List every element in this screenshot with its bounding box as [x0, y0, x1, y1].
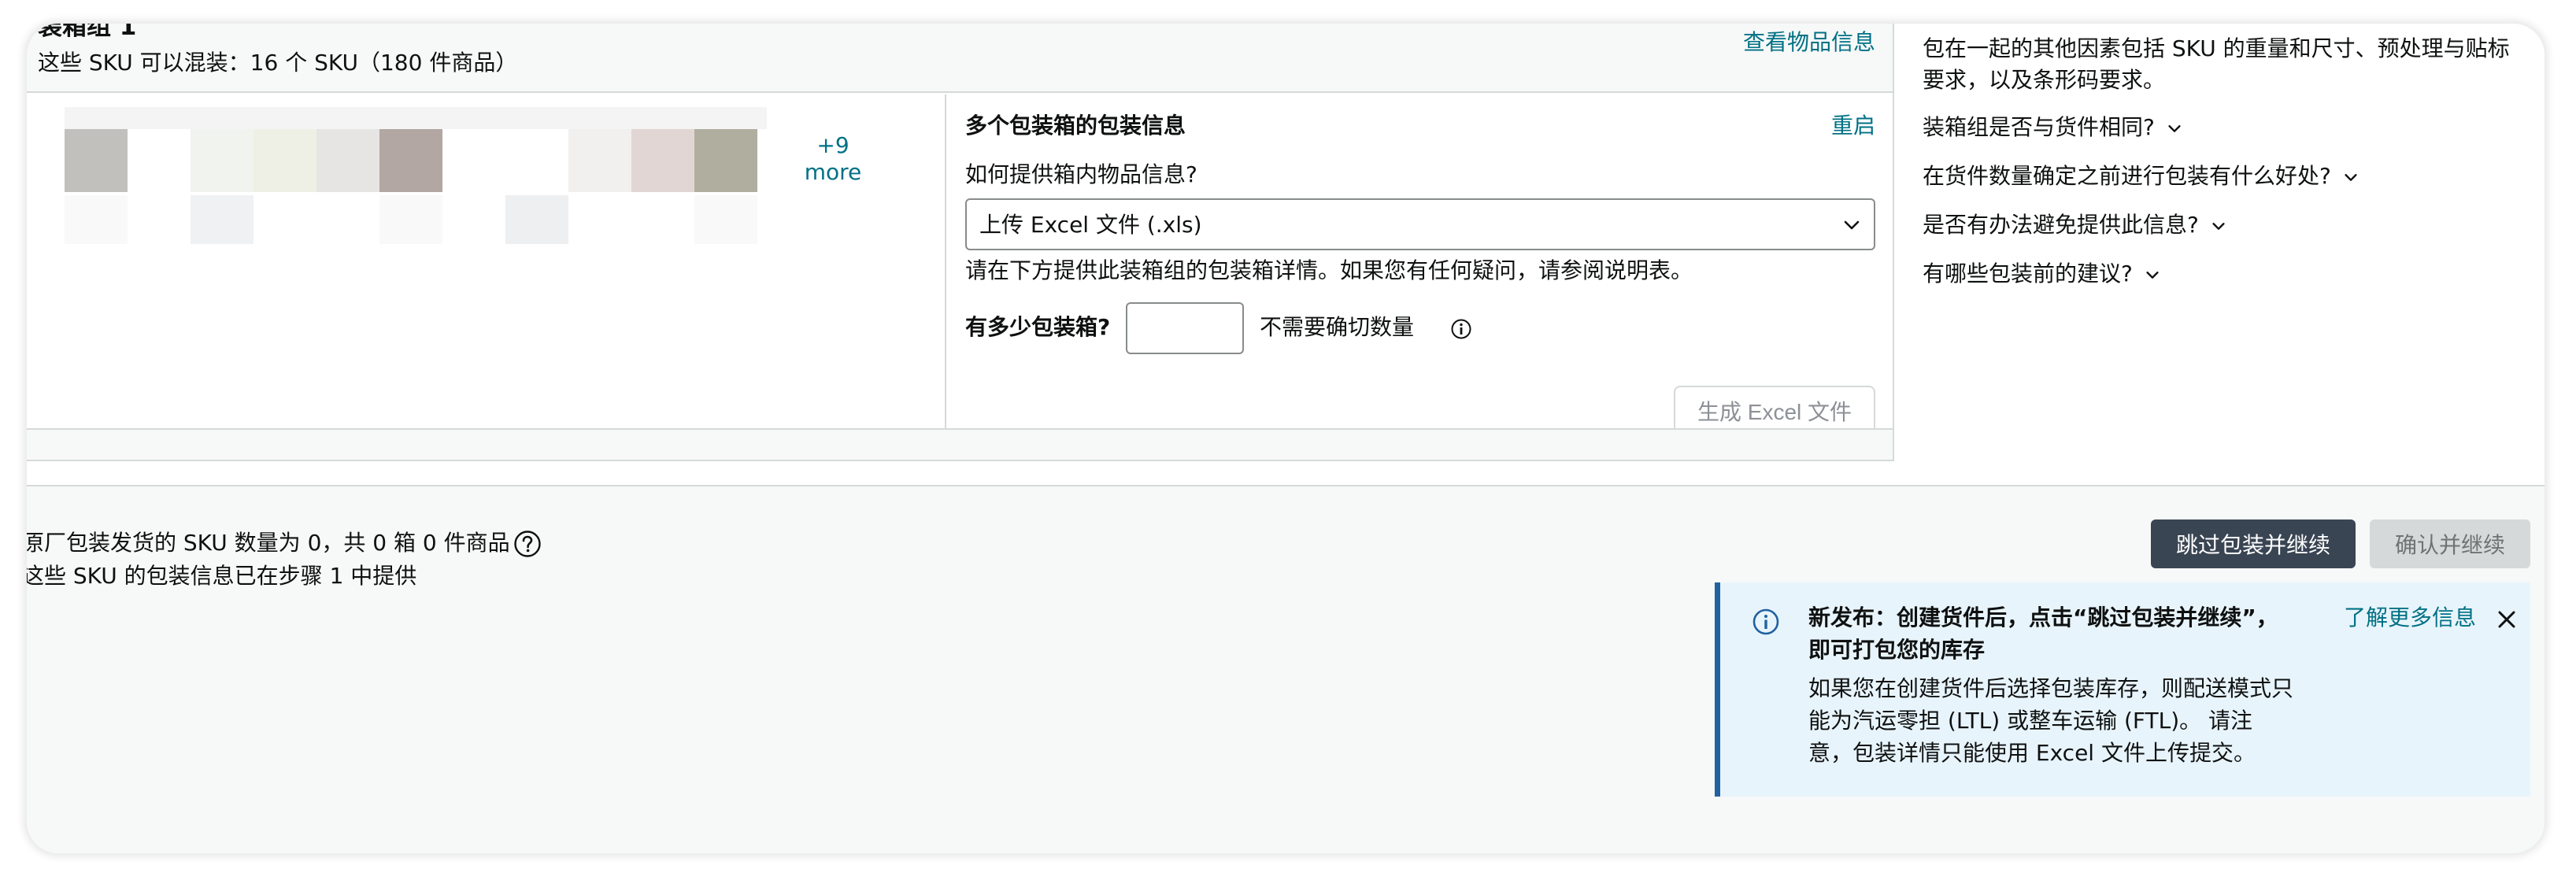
box-count-note: 不需要确切数量 [1260, 314, 1415, 340]
chevron-down-icon [1844, 220, 1860, 230]
learn-more-link[interactable]: 了解更多信息 [2344, 601, 2476, 634]
sku-thumbnail[interactable] [65, 195, 128, 244]
chevron-down-icon [2146, 272, 2159, 279]
more-count: +9 [816, 132, 849, 158]
faq-item-label: 有哪些包装前的建议? [1923, 261, 2133, 287]
box-count-label: 有多少包装箱? [965, 314, 1111, 340]
more-skus-link[interactable]: +9 more [794, 132, 872, 186]
chevron-down-icon [2345, 174, 2357, 181]
sku-thumbnail[interactable] [694, 129, 757, 192]
method-select-value: 上传 Excel 文件 (.xls) [979, 212, 1202, 238]
faq-item-label: 在货件数量确定之前进行包装有什么好处? [1923, 163, 2331, 189]
faq-item-benefits[interactable]: 在货件数量确定之前进行包装有什么好处? [1923, 161, 2359, 192]
faq-item-label: 装箱组是否与货件相同? [1923, 114, 2155, 140]
info-icon [1752, 608, 1779, 635]
box-info-title: 多个包装箱的包装信息 [965, 113, 1186, 139]
info-alert: 新发布：创建货件后，点击“跳过包装并继续”，即可打包您的库存 如果您在创建货件后… [1715, 582, 2530, 797]
sku-thumbnail-grid [65, 107, 767, 249]
confirm-continue-button[interactable]: 确认并继续 [2370, 519, 2530, 568]
pack-group-title: 装箱组 1 [38, 24, 137, 41]
sku-thumbnail[interactable] [442, 129, 505, 192]
pack-group-header: 装箱组 1 这些 SKU 可以混装：16 个 SKU（180 件商品） 查看物品… [27, 24, 1893, 93]
view-items-link[interactable]: 查看物品信息 [1743, 27, 1875, 58]
more-label: more [804, 159, 862, 185]
sku-thumbnail[interactable] [694, 195, 757, 244]
original-packaging-text: 原厂包装发货的 SKU 数量为 0，共 0 箱 0 件商品 [27, 530, 510, 556]
method-select[interactable]: 上传 Excel 文件 (.xls) [965, 198, 1875, 250]
faq-intro-text: 包在一起的其他因素包括 SKU 的重量和尺寸、预处理与贴标要求，以及条形码要求。 [1923, 35, 2510, 93]
thumbnail-strip [65, 107, 767, 129]
chevron-down-icon [2212, 223, 2225, 230]
faq-item-same-as-shipment[interactable]: 装箱组是否与货件相同? [1923, 112, 2183, 143]
faq-item-label: 是否有办法避免提供此信息? [1923, 212, 2199, 238]
footer-section: 原厂包装发货的 SKU 数量为 0，共 0 箱 0 件商品 这些 SKU 的包装… [27, 485, 2545, 853]
sku-thumbnail[interactable] [379, 195, 442, 244]
chevron-down-icon [2168, 125, 2181, 132]
sku-thumbnails-panel: +9 more [27, 94, 946, 428]
method-label: 如何提供箱内物品信息? [965, 161, 1197, 187]
sku-thumbnail[interactable] [505, 129, 568, 192]
sku-thumbnail[interactable] [254, 129, 316, 192]
question-circle-icon[interactable] [513, 530, 542, 558]
sku-thumbnail[interactable] [191, 195, 254, 244]
sku-thumbnail[interactable] [191, 129, 254, 192]
alert-body: 如果您在创建货件后选择包装库存，则配送模式只能为汽运零担 (LTL) 或整车运输… [1808, 675, 2294, 766]
faq-item-avoid[interactable]: 是否有办法避免提供此信息? [1923, 209, 2227, 241]
alert-title: 新发布：创建货件后，点击“跳过包装并继续”，即可打包您的库存 [1808, 605, 2278, 663]
faq-item-suggestions[interactable]: 有哪些包装前的建议? [1923, 258, 2161, 290]
app-window: 装箱组 1 这些 SKU 可以混装：16 个 SKU（180 件商品） 查看物品… [27, 24, 2545, 853]
sku-thumbnail[interactable] [65, 129, 128, 192]
box-info-panel: 多个包装箱的包装信息 重启 如何提供箱内物品信息? 上传 Excel 文件 (.… [948, 94, 1893, 436]
sku-thumbnail[interactable] [631, 129, 694, 192]
pack-group-card: 装箱组 1 这些 SKU 可以混装：16 个 SKU（180 件商品） 查看物品… [27, 24, 1894, 461]
box-count-input[interactable] [1126, 302, 1244, 354]
sku-thumbnail[interactable] [316, 129, 379, 192]
faq-panel: 包在一起的其他因素包括 SKU 的重量和尺寸、预处理与贴标要求，以及条形码要求。… [1894, 24, 2545, 461]
sku-thumbnail[interactable] [505, 195, 568, 244]
step1-info-text: 这些 SKU 的包装信息已在步骤 1 中提供 [27, 563, 417, 589]
method-helper-text: 请在下方提供此装箱组的包装箱详情。如果您有任何疑问，请参阅说明表。 [965, 257, 1693, 283]
close-icon[interactable] [2495, 608, 2519, 631]
info-icon[interactable] [1450, 318, 1472, 340]
sku-thumbnail[interactable] [568, 129, 631, 192]
sku-thumbnail[interactable] [128, 129, 191, 192]
sku-thumbnail[interactable] [379, 129, 442, 192]
pack-group-subtitle: 这些 SKU 可以混装：16 个 SKU（180 件商品） [38, 50, 518, 76]
pack-group-footer [27, 428, 1893, 460]
original-packaging-summary: 原厂包装发货的 SKU 数量为 0，共 0 箱 0 件商品 [27, 527, 542, 559]
reset-link[interactable]: 重启 [1831, 110, 1875, 142]
skip-packing-button[interactable]: 跳过包装并继续 [2151, 519, 2356, 568]
